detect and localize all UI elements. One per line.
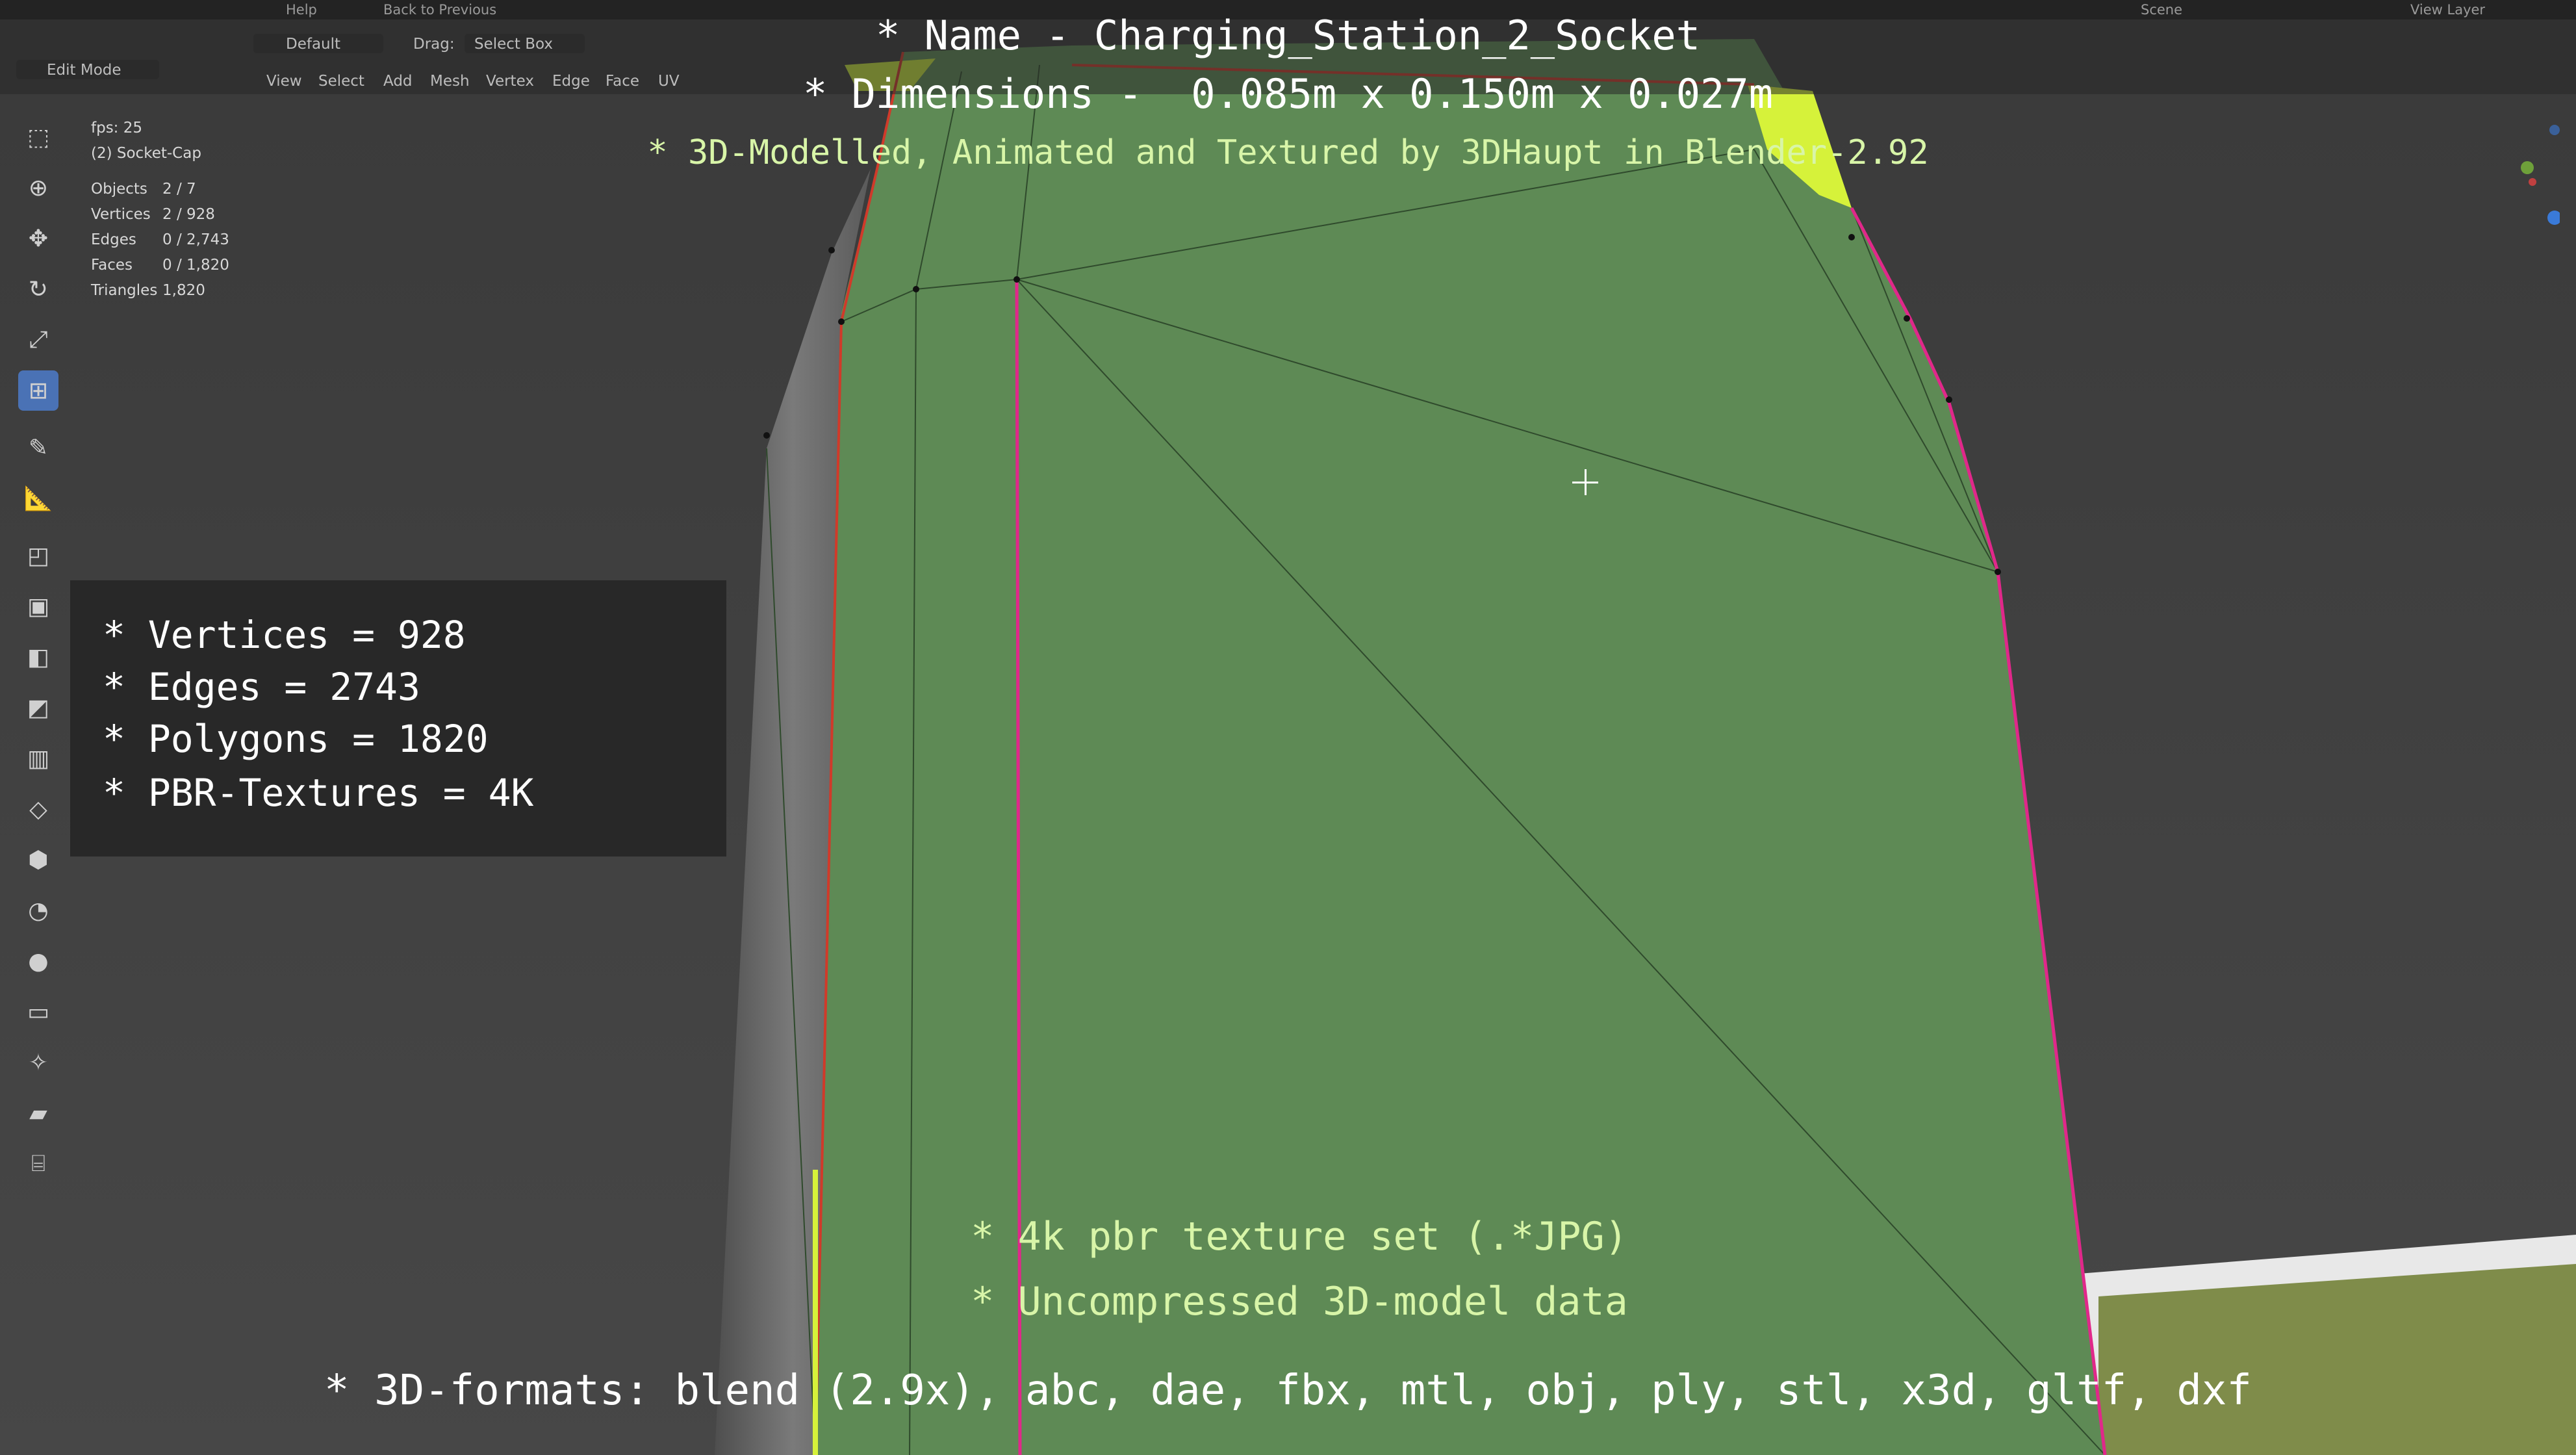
stat-key: Triangles — [91, 282, 158, 299]
stat-key: Objects — [91, 181, 147, 198]
stat-value: 1,820 — [162, 282, 205, 299]
overlay-dimensions-line: * Dimensions - 0.085m x 0.150m x 0.027m — [802, 70, 1774, 118]
overlay-uncompressed-line: * Uncompressed 3D-model data — [971, 1279, 1628, 1324]
overlay-formats-line: * 3D-formats: blend (2.9x), abc, dae, fb… — [324, 1367, 2252, 1415]
stat-row: Objects 2 / 7 — [91, 177, 229, 202]
stat-value: 0 / 1,820 — [162, 257, 229, 274]
extrude-icon[interactable]: ▣ — [18, 586, 58, 626]
grass-patch — [2098, 1264, 2576, 1455]
overlay-name-line: * Name - Charging_Station_2_Socket — [875, 12, 1701, 59]
scale-icon[interactable]: ⤢ — [18, 320, 58, 360]
transform-icon[interactable]: ⊞ — [18, 370, 58, 411]
overlay-credit-line: * 3D-Modelled, Animated and Textured by … — [647, 133, 1929, 172]
add-cube-icon[interactable]: ◰ — [18, 535, 58, 576]
edge-slide-icon[interactable]: ▭ — [18, 992, 58, 1032]
stat-value: 0 / 2,743 — [162, 231, 229, 248]
overlay-texture-line: * 4k pbr texture set (.*JPG) — [971, 1214, 1628, 1259]
stat-value: 2 / 928 — [162, 206, 215, 223]
annotate-icon[interactable]: ✎ — [18, 428, 58, 468]
inset-icon[interactable]: ◧ — [18, 637, 58, 677]
rotate-icon[interactable]: ↻ — [18, 269, 58, 309]
poly-build-icon[interactable]: ⬢ — [18, 840, 58, 880]
stat-key: Edges — [91, 231, 136, 248]
stat-row: Faces 0 / 1,820 — [91, 253, 229, 278]
smooth-icon[interactable]: ● — [18, 941, 58, 981]
loop-cut-icon[interactable]: ▥ — [18, 738, 58, 779]
knife-icon[interactable]: ◇ — [18, 789, 58, 829]
bevel-icon[interactable]: ◩ — [18, 688, 58, 728]
spec-edges: * Edges = 2743 — [103, 665, 420, 709]
stat-value: 2 / 7 — [162, 181, 196, 198]
3d-cursor-icon[interactable] — [1572, 469, 1598, 495]
spec-vertices: * Vertices = 928 — [103, 613, 466, 657]
stat-key: Vertices — [91, 206, 151, 223]
stat-row: Triangles 1,820 — [91, 278, 229, 303]
specs-panel: * Vertices = 928 * Edges = 2743 * Polygo… — [70, 580, 726, 856]
measure-icon[interactable]: 📐 — [18, 478, 58, 519]
rip-icon[interactable]: ⌸ — [18, 1144, 58, 1184]
stat-row: Edges 0 / 2,743 — [91, 227, 229, 253]
3d-viewport[interactable]: Help Back to Previous Scene View Layer D… — [0, 0, 2576, 1455]
spin-icon[interactable]: ◔ — [18, 890, 58, 931]
move-icon[interactable]: ✥ — [18, 218, 58, 259]
spec-pbr-textures: * PBR-Textures = 4K — [103, 771, 534, 815]
shear-icon[interactable]: ▰ — [18, 1093, 58, 1133]
shrink-icon[interactable]: ✧ — [18, 1042, 58, 1083]
cursor-icon[interactable]: ⊕ — [18, 168, 58, 208]
spec-polygons: * Polygons = 1820 — [103, 717, 489, 761]
tool-shelf: ⬚ ⊕ ✥ ↻ ⤢ ⊞ ✎ 📐 ◰ ▣ ◧ ◩ ▥ ◇ ⬢ ◔ ● ▭ ✧ ▰ … — [0, 110, 62, 1241]
stat-key: Faces — [91, 257, 133, 274]
stat-row: Vertices 2 / 928 — [91, 202, 229, 227]
